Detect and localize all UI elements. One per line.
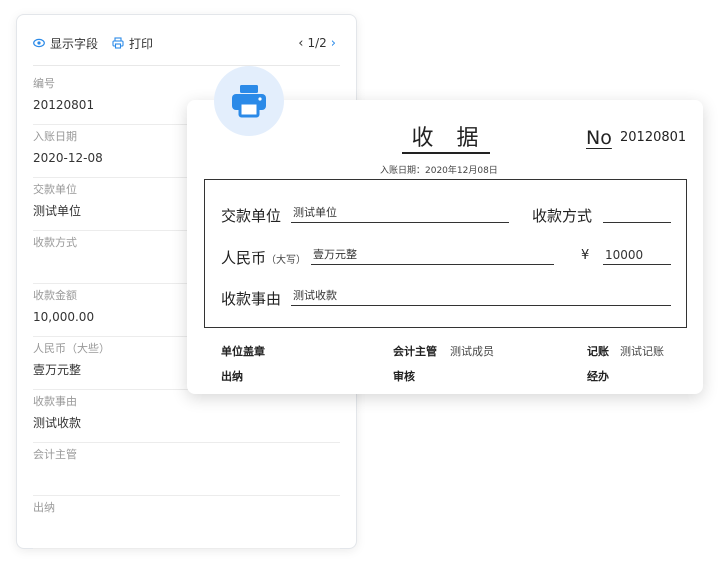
pager-text: 1/2 — [307, 36, 327, 50]
reason-value: 测试收款 — [291, 288, 671, 306]
title-underline — [402, 152, 490, 154]
field-label: 编号 — [33, 77, 55, 90]
method-label: 收款方式 — [532, 207, 593, 225]
payer-value: 测试单位 — [291, 205, 509, 223]
field-cashier: 出纳 — [33, 496, 340, 549]
supervisor-value: 测试成员 — [450, 345, 494, 358]
receipt-no-label: No — [586, 127, 612, 149]
eye-icon — [33, 38, 45, 48]
show-fields-button[interactable]: 显示字段 — [33, 35, 98, 52]
receipt-title: 收 据 — [411, 126, 487, 151]
no-label-text: No — [586, 127, 612, 149]
field-value — [33, 463, 340, 485]
printer-icon — [232, 85, 266, 118]
rmb-sub-label: （大写） — [266, 255, 307, 266]
prev-page-icon[interactable]: ‹ — [294, 36, 307, 51]
toolbar-divider — [33, 65, 340, 66]
seal-label: 单位盖章 — [221, 345, 265, 358]
receipt-no-value: 20120801 — [620, 130, 687, 145]
field-supervisor: 会计主管 — [33, 443, 340, 496]
bookkeeper-label: 记账 — [587, 345, 609, 358]
field-label: 会计主管 — [33, 448, 77, 461]
panel-toolbar: 显示字段 打印 ‹ 1/2 › — [33, 29, 340, 57]
pager: ‹ 1/2 › — [294, 36, 340, 51]
field-label: 出纳 — [33, 501, 55, 514]
print-label: 打印 — [129, 36, 154, 51]
print-button[interactable]: 打印 — [112, 35, 153, 52]
next-page-icon[interactable]: › — [327, 36, 340, 51]
yen-symbol: ¥ — [581, 248, 590, 263]
field-value: 测试收款 — [33, 416, 82, 430]
receipt-preview: 收 据 No 20120801 入账日期：2020年12月08日 交款单位 测试… — [187, 100, 703, 394]
field-value — [33, 516, 340, 538]
field-reason: 收款事由 测试收款 — [33, 390, 340, 443]
rmb-value: 壹万元整 — [311, 247, 554, 265]
reviewer-label: 审核 — [393, 370, 415, 383]
amount-value: 10000 — [603, 247, 671, 265]
rmb-label: 人民币（大写） — [221, 247, 306, 268]
printer-icon — [112, 37, 124, 49]
supervisor-label: 会计主管 — [393, 345, 437, 358]
reason-label: 收款事由 — [221, 290, 282, 308]
handler-label: 经办 — [587, 370, 609, 383]
receipt-body: 交款单位 测试单位 收款方式 人民币（大写） 壹万元整 ¥ 10000 收款事由… — [204, 179, 687, 328]
receipt-date: 入账日期：2020年12月08日 — [380, 166, 498, 176]
show-fields-label: 显示字段 — [50, 36, 99, 51]
cashier-label: 出纳 — [221, 370, 243, 383]
rmb-label-text: 人民币 — [221, 249, 267, 267]
print-preview-badge[interactable] — [214, 66, 284, 136]
bookkeeper-value: 测试记账 — [620, 345, 664, 358]
method-value — [603, 205, 671, 223]
payer-label: 交款单位 — [221, 207, 282, 225]
